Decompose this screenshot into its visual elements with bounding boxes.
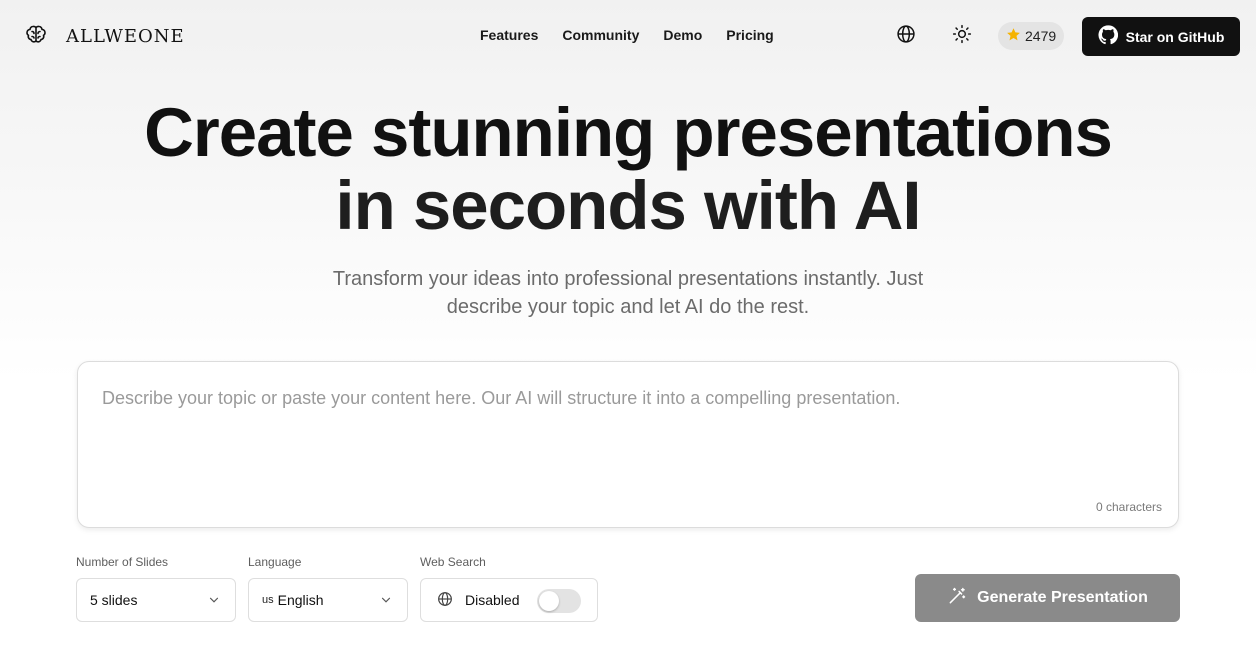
chevron-down-icon xyxy=(207,593,221,610)
github-star-count[interactable]: 2479 xyxy=(998,22,1065,50)
sun-icon xyxy=(952,24,972,49)
toggle-knob xyxy=(539,591,559,611)
language-select-value: English xyxy=(277,592,324,608)
top-header: ALLWEONE Features Community Demo Pricing… xyxy=(0,0,1256,72)
slides-select[interactable]: 5 slides xyxy=(76,578,236,622)
generate-button-label: Generate Presentation xyxy=(977,589,1148,606)
nav-pricing[interactable]: Pricing xyxy=(726,27,773,43)
globe-icon xyxy=(437,591,453,610)
language-select[interactable]: us English xyxy=(248,578,408,622)
web-search-status: Disabled xyxy=(465,592,520,608)
brain-icon xyxy=(24,22,48,51)
hero-title-line2: in seconds with AI xyxy=(335,167,921,244)
chevron-down-icon xyxy=(379,593,393,610)
language-switch-button[interactable] xyxy=(894,24,918,48)
slides-label: Number of Slides xyxy=(76,555,169,569)
main-nav: Features Community Demo Pricing xyxy=(480,27,774,43)
star-icon xyxy=(1006,27,1021,45)
generate-presentation-button[interactable]: Generate Presentation xyxy=(915,574,1180,622)
nav-community[interactable]: Community xyxy=(562,27,639,43)
star-on-github-button[interactable]: Star on GitHub xyxy=(1082,17,1240,56)
github-icon xyxy=(1098,25,1118,48)
brand-name: ALLWEONE xyxy=(66,26,185,47)
hero-title-line1: Create stunning presentations xyxy=(144,94,1113,171)
nav-demo[interactable]: Demo xyxy=(663,27,702,43)
us-flag-icon: us xyxy=(262,594,274,606)
star-count-value: 2479 xyxy=(1025,28,1057,44)
globe-icon xyxy=(896,24,916,49)
hero-subtitle: Transform your ideas into professional p… xyxy=(332,268,924,318)
topic-input[interactable] xyxy=(102,388,1152,478)
github-button-label: Star on GitHub xyxy=(1125,28,1225,45)
hero-title: Create stunning presentations in seconds… xyxy=(0,96,1256,242)
topic-input-card: 0 characters xyxy=(77,361,1179,528)
web-search-label: Web Search xyxy=(420,555,486,569)
brand-logo[interactable]: ALLWEONE xyxy=(24,22,185,51)
nav-features[interactable]: Features xyxy=(480,27,538,43)
character-count: 0 characters xyxy=(1095,500,1162,514)
language-label: Language xyxy=(248,555,302,569)
web-search-toggle[interactable] xyxy=(537,589,581,613)
theme-toggle-button[interactable] xyxy=(950,24,974,48)
slides-select-value: 5 slides xyxy=(90,592,138,608)
web-search-control: Disabled xyxy=(420,578,598,622)
magic-wand-icon xyxy=(947,586,967,611)
